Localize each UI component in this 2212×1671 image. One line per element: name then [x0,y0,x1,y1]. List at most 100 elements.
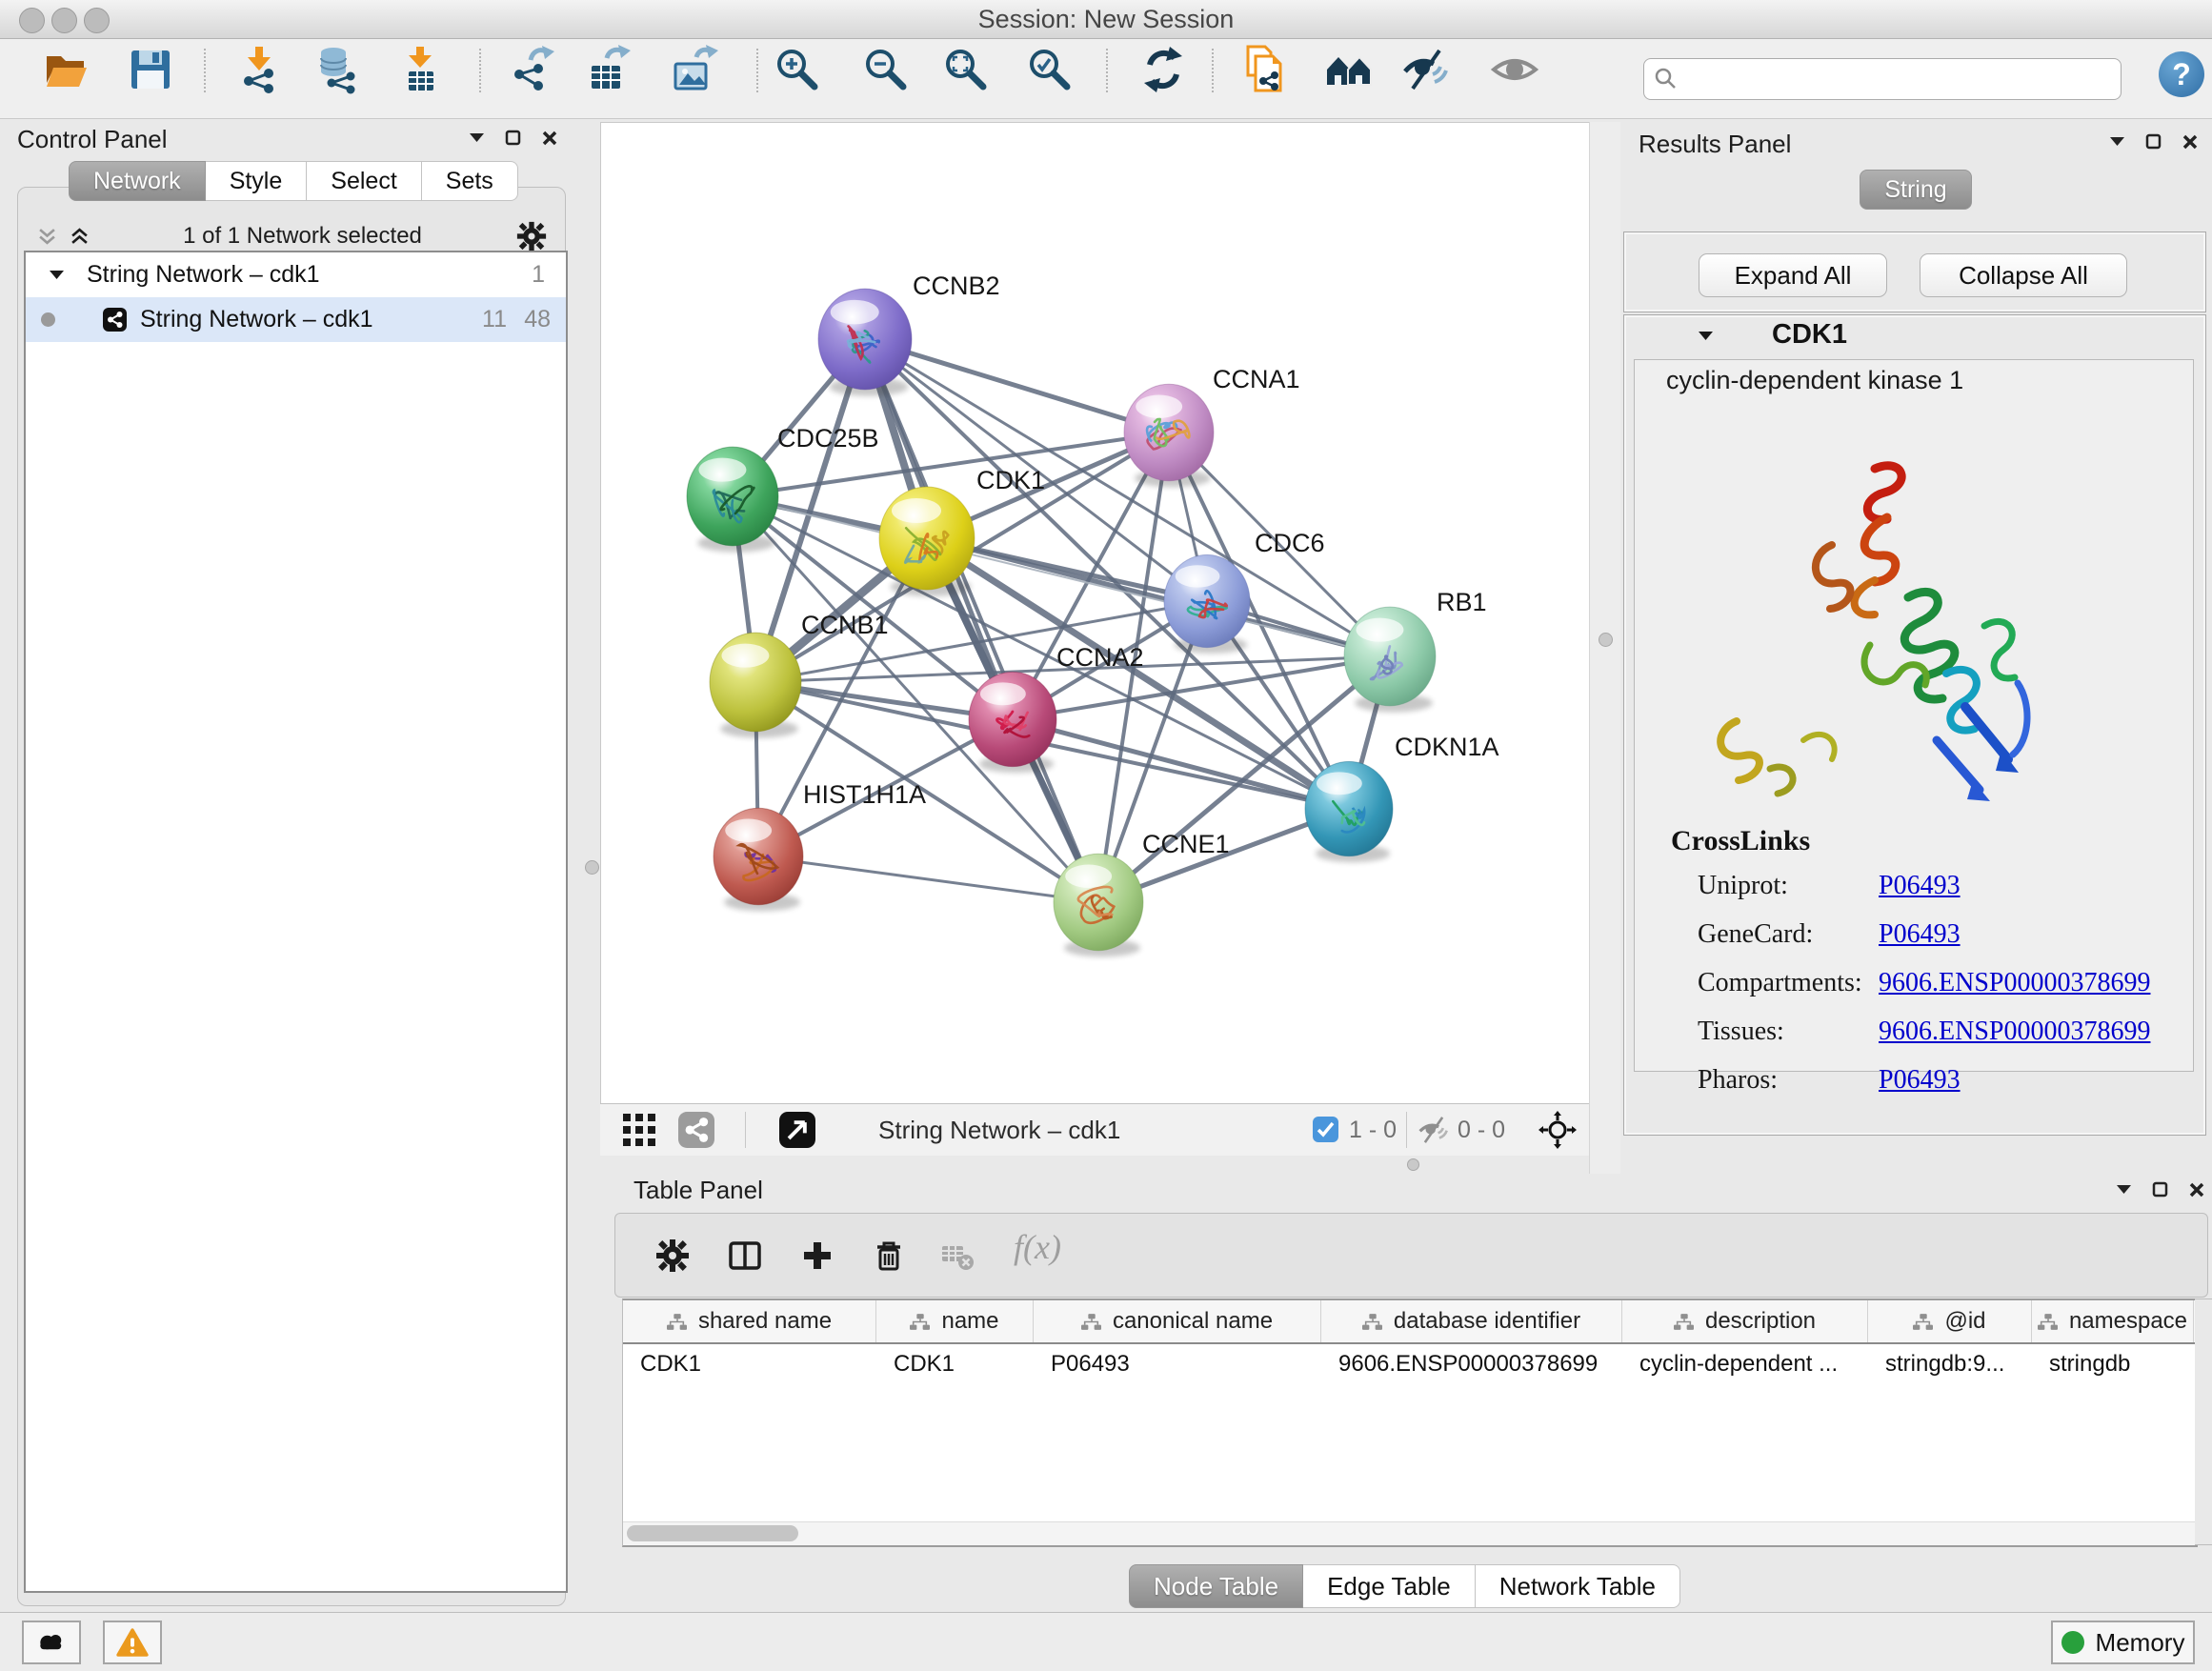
duplicate-network-icon[interactable] [1238,45,1288,94]
table-cell[interactable]: 9606.ENSP00000378699 [1321,1344,1622,1384]
table-cell[interactable]: CDK1 [623,1344,876,1384]
function-builder-icon: f(x) [1014,1227,1090,1261]
table-tab-edge-table[interactable]: Edge Table [1303,1564,1476,1608]
panel-float-icon[interactable] [2110,137,2124,146]
table-horizontal-scrollbar[interactable] [623,1521,2196,1545]
table-cell[interactable]: CDK1 [876,1344,1034,1384]
panel-float-icon[interactable] [470,133,484,142]
add-column-icon[interactable] [800,1238,835,1273]
crosslink-link[interactable]: P06493 [1879,1065,1961,1096]
open-session-icon[interactable] [42,45,91,94]
toolbar-separator [1212,49,1214,92]
warnings-button[interactable] [103,1621,162,1664]
network-options-gear-icon[interactable] [516,221,547,252]
results-panel-tabs: String [1619,170,2212,210]
show-all-icon[interactable] [1490,45,1539,94]
column-header-name[interactable]: name [876,1300,1034,1342]
delete-column-trash-icon[interactable] [872,1238,906,1273]
hide-selected-icon[interactable] [1401,45,1451,94]
string-network-graph[interactable]: CCNB2CCNA1CDC25BCDK1CDC6RB1CCNB1CCNA2CDK… [601,123,1590,1104]
zoom-fit-icon[interactable] [941,45,991,94]
node-label-ccnb2: CCNB2 [913,272,1000,300]
table-settings-gear-icon[interactable] [655,1238,690,1273]
column-header-namespace[interactable]: namespace [2032,1300,2194,1342]
network-edge-hist1h1a-ccne1[interactable] [758,856,1098,902]
column-header-shared-name[interactable]: shared name [623,1300,876,1342]
panel-maximize-icon[interactable] [2145,133,2162,150]
crosslink-link[interactable]: 9606.ENSP00000378699 [1879,968,2150,998]
grid-view-icon[interactable] [623,1114,655,1146]
panel-close-icon[interactable] [542,131,557,146]
table-row[interactable]: CDK1CDK1P064939606.ENSP00000378699cyclin… [623,1344,2196,1384]
annotation-mode-icon[interactable] [779,1112,815,1148]
panel-float-icon[interactable] [2117,1185,2131,1194]
network-badge-gray-icon[interactable] [678,1112,714,1148]
crosslink-link[interactable]: P06493 [1879,919,1961,950]
column-header-description[interactable]: description [1622,1300,1868,1342]
import-network-file-icon[interactable] [234,45,284,94]
birds-eye-view-icon[interactable] [1325,45,1375,94]
column-header-canonical-name[interactable]: canonical name [1034,1300,1321,1342]
table-vertical-scroll-strip[interactable] [2195,1299,2212,1545]
expand-all-button[interactable]: Expand All [1699,253,1887,297]
tab-sets[interactable]: Sets [422,161,518,201]
table-panel: Table Panel f(x) shared nam [600,1174,2212,1612]
control-panel: Control Panel NetworkStyleSelectSets 1 o… [10,122,572,1612]
tab-network[interactable]: Network [69,161,206,201]
column-header-database-identifier[interactable]: database identifier [1321,1300,1622,1342]
crosslink-link[interactable]: P06493 [1879,871,1961,901]
save-session-icon[interactable] [126,45,175,94]
center-network-icon[interactable] [1538,1111,1577,1149]
right-splitter-handle[interactable] [1599,633,1613,647]
panel-close-icon[interactable] [2182,134,2198,150]
expand-all-tree-icon[interactable] [70,228,89,245]
panel-maximize-icon[interactable] [2152,1181,2168,1198]
table-cell[interactable]: stringdb:9... [1868,1344,2032,1384]
cloud-services-button[interactable] [22,1621,81,1664]
crosslink-label: Uniprot: [1698,871,1788,901]
memory-label: Memory [2096,1628,2185,1658]
network-canvas[interactable]: CCNB2CCNA1CDC25BCDK1CDC6RB1CCNB1CCNA2CDK… [600,122,1590,1104]
import-network-database-icon[interactable] [314,45,364,94]
refresh-icon[interactable] [1138,45,1188,94]
search-field[interactable] [1643,58,2122,100]
help-icon[interactable]: ? [2159,51,2204,97]
memory-button[interactable]: Memory [2051,1621,2195,1664]
show-columns-icon[interactable] [728,1238,762,1273]
network-edge-ccnb2-ccne1[interactable] [865,339,1098,902]
bottom-splitter-handle[interactable] [1407,1158,1419,1171]
panel-maximize-icon[interactable] [505,130,521,146]
zoom-in-icon[interactable] [773,45,822,94]
network-row-selected[interactable]: String Network – cdk1 11 48 [26,297,566,342]
panel-close-icon[interactable] [2189,1182,2204,1198]
gene-collapse-icon[interactable] [1699,332,1713,340]
zoom-selected-icon[interactable] [1025,45,1075,94]
collapse-all-button[interactable]: Collapse All [1920,253,2127,297]
table-tab-network-table[interactable]: Network Table [1476,1564,1680,1608]
scrollbar-thumb[interactable] [627,1525,798,1541]
search-input[interactable] [1688,61,2121,97]
import-table-file-icon[interactable] [395,45,445,94]
tab-style[interactable]: Style [206,161,308,201]
table-cell[interactable]: cyclin-dependent ... [1622,1344,1868,1384]
export-image-icon[interactable] [670,45,719,94]
export-table-icon[interactable] [584,45,633,94]
tab-select[interactable]: Select [307,161,421,201]
tree-expander-icon[interactable] [50,271,64,279]
crosslink-label: Tissues: [1698,1017,1784,1047]
hidden-eye-icon[interactable] [1418,1114,1450,1146]
zoom-out-icon[interactable] [861,45,911,94]
table-cell[interactable]: stringdb [2032,1344,2194,1384]
selected-checkbox-icon[interactable] [1313,1117,1338,1142]
column-header--id[interactable]: @id [1868,1300,2032,1342]
export-network-icon[interactable] [506,45,555,94]
left-splitter-handle[interactable] [585,860,599,875]
network-collection-row[interactable]: String Network – cdk1 1 [26,252,566,297]
table-cell[interactable]: P06493 [1034,1344,1321,1384]
collapse-all-tree-icon[interactable] [38,228,56,245]
results-tab-string[interactable]: String [1860,170,1971,210]
toolbar-separator [1106,49,1108,92]
node-label-ccne1: CCNE1 [1142,830,1230,858]
crosslink-link[interactable]: 9606.ENSP00000378699 [1879,1017,2150,1047]
table-tab-node-table[interactable]: Node Table [1129,1564,1303,1608]
